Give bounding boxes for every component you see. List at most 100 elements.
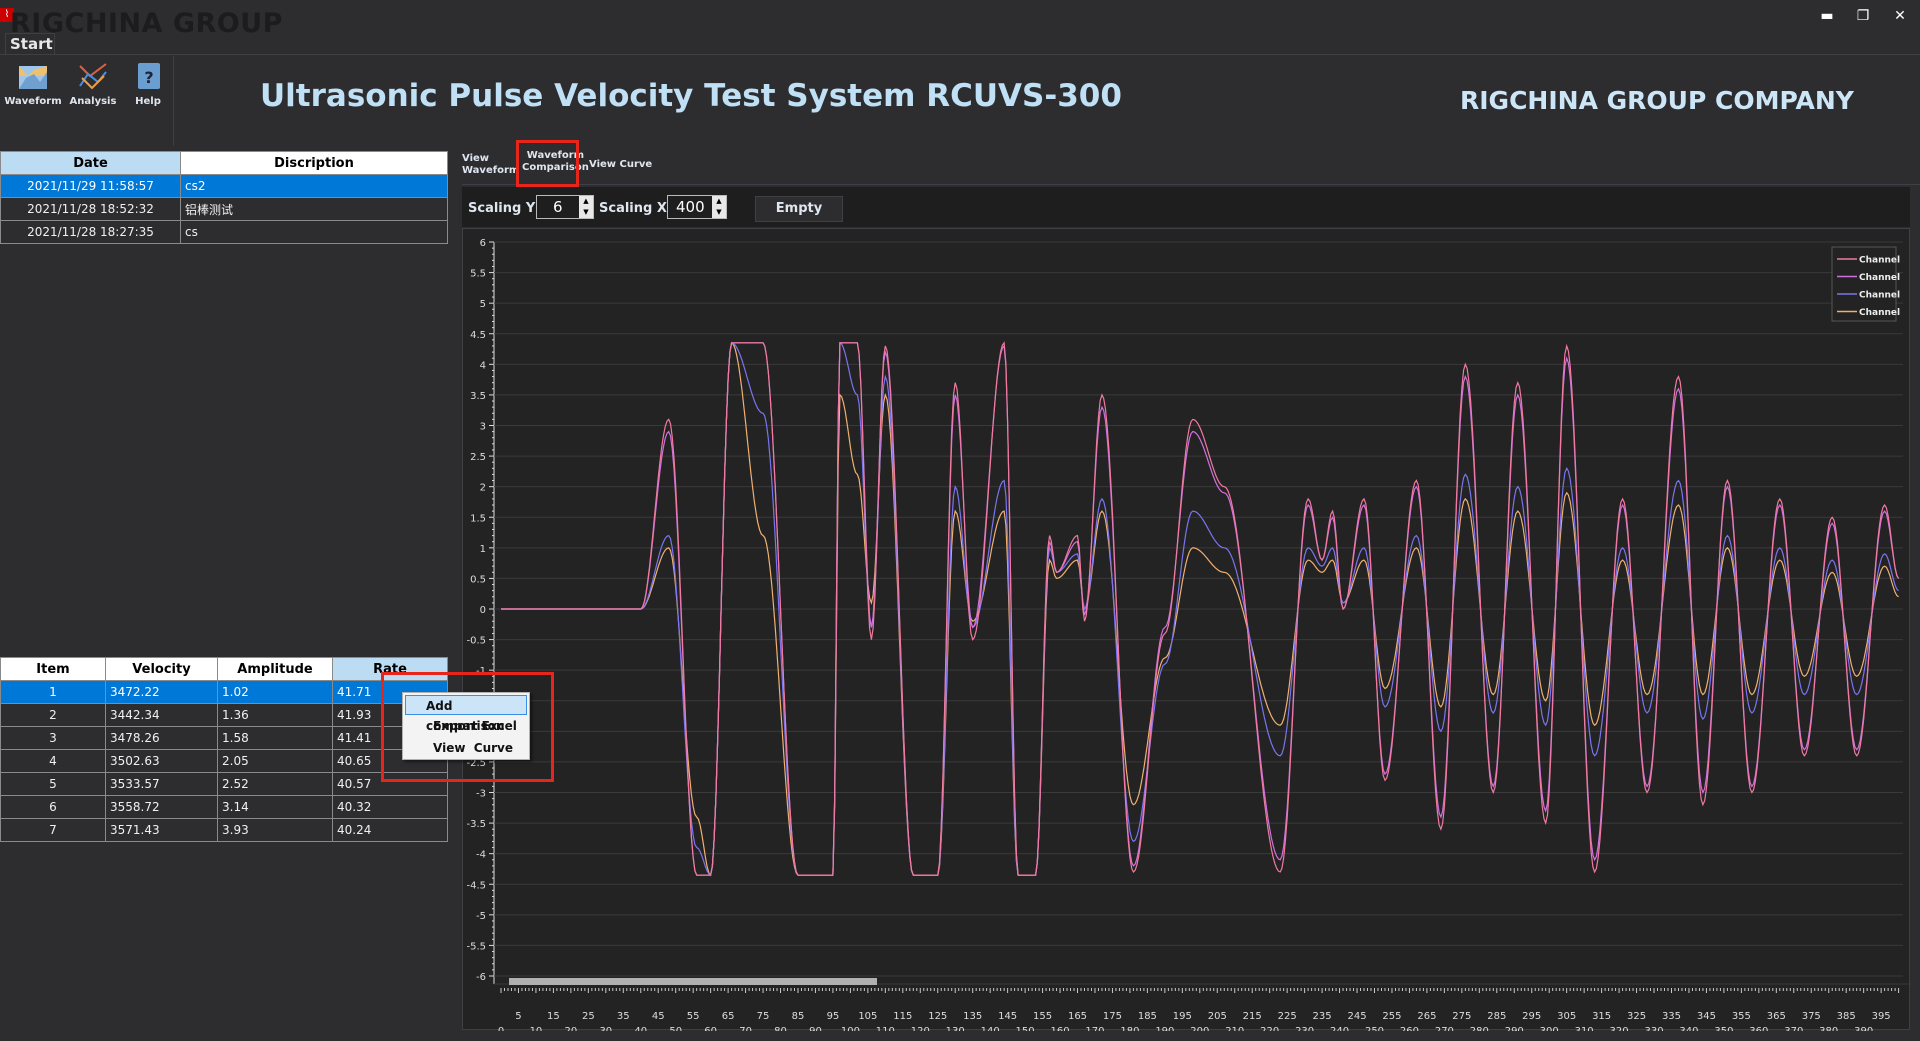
x-tick-label: 385	[1837, 1011, 1856, 1022]
app-title: Ultrasonic Pulse Velocity Test System RC…	[260, 78, 1122, 114]
tab-view-curve[interactable]: View Curve	[589, 159, 652, 171]
velocity-cell: 3442.34	[105, 703, 218, 727]
x-tick-label: 190	[1155, 1026, 1174, 1031]
x-tick-label: 75	[757, 1011, 770, 1022]
rate-cell: 40.24	[332, 818, 448, 842]
y-tick-label: 4.5	[470, 330, 486, 341]
x-tick-label: 390	[1854, 1026, 1873, 1031]
x-tick-label: 245	[1347, 1011, 1366, 1022]
x-tick-label: 200	[1190, 1026, 1209, 1031]
table-row[interactable]: 2021/11/29 11:58:57 cs2	[0, 174, 448, 198]
x-tick-label: 290	[1505, 1026, 1524, 1031]
item-cell: 2	[0, 703, 106, 727]
x-tick-label: 95	[827, 1011, 840, 1022]
x-tick-label: 280	[1470, 1026, 1489, 1031]
y-tick-label: -6	[476, 972, 486, 983]
x-tick-label: 205	[1208, 1011, 1227, 1022]
x-tick-label: 195	[1173, 1011, 1192, 1022]
x-tick-label: 300	[1540, 1026, 1559, 1031]
table-row[interactable]: 6 3558.72 3.14 40.32	[0, 795, 448, 819]
y-tick-label: 2	[480, 483, 486, 494]
scaling-x-stepper[interactable]: 400 ▲ ▼	[667, 195, 727, 219]
item-cell: 4	[0, 749, 106, 773]
column-description[interactable]: Discription	[180, 151, 448, 175]
date-cell: 2021/11/28 18:27:35	[0, 220, 181, 244]
minimize-icon[interactable]: ▬	[1812, 6, 1842, 26]
item-cell: 3	[0, 726, 106, 750]
item-cell: 7	[0, 818, 106, 842]
records-table: Date Discription 2021/11/29 11:58:57 cs2 2…	[0, 151, 448, 244]
help-icon: ?	[138, 63, 160, 89]
x-tick-label: 115	[893, 1011, 912, 1022]
x-tick-label: 355	[1732, 1011, 1751, 1022]
x-tick-label: 315	[1592, 1011, 1611, 1022]
scaling-y-stepper[interactable]: 6 ▲ ▼	[536, 195, 594, 219]
column-date[interactable]: Date	[0, 151, 181, 175]
velocity-cell: 3502.63	[105, 749, 218, 773]
highlight-box	[516, 140, 579, 187]
restore-icon[interactable]: ❐	[1848, 6, 1878, 26]
table-row[interactable]: 2021/11/28 18:52:32 铝棒测试	[0, 197, 448, 221]
legend-label: Channel	[1859, 256, 1900, 266]
amplitude-cell: 3.14	[217, 795, 333, 819]
stepper-arrows-icon[interactable]: ▲ ▼	[579, 196, 593, 218]
x-tick-label: 125	[928, 1011, 947, 1022]
x-tick-label: 45	[652, 1011, 665, 1022]
y-tick-label: 0.5	[470, 574, 486, 585]
column-velocity[interactable]: Velocity	[105, 657, 218, 681]
waveform-button[interactable]: Waveform	[3, 62, 63, 122]
table-row[interactable]: 2021/11/28 18:27:35 cs	[0, 220, 448, 244]
x-tick-label: 150	[1016, 1026, 1035, 1031]
empty-button[interactable]: Empty	[755, 196, 843, 222]
ribbon-tab-start[interactable]: Start	[5, 33, 55, 55]
x-tick-label: 60	[704, 1026, 717, 1031]
x-tick-label: 165	[1068, 1011, 1087, 1022]
table-row[interactable]: 7 3571.43 3.93 40.24	[0, 818, 448, 842]
y-tick-label: -5.5	[466, 941, 486, 952]
x-tick-label: 65	[722, 1011, 735, 1022]
chart-svg: -6-5.5-5-4.5-4-3.5-3-2.5-2-1.5-1-0.500.5…	[466, 238, 1913, 1037]
column-amplitude[interactable]: Amplitude	[217, 657, 333, 681]
stepper-arrows-icon[interactable]: ▲ ▼	[712, 196, 726, 218]
item-cell: 1	[0, 680, 106, 704]
date-cell: 2021/11/28 18:52:32	[0, 197, 181, 221]
x-tick-label: 155	[1033, 1011, 1052, 1022]
scaling-x-label: Scaling X	[599, 201, 667, 216]
help-button[interactable]: ? Help	[118, 62, 178, 122]
x-tick-label: 340	[1679, 1026, 1698, 1031]
x-tick-label: 335	[1662, 1011, 1681, 1022]
x-tick-label: 185	[1138, 1011, 1157, 1022]
highlight-box	[381, 672, 554, 782]
x-tick-label: 20	[565, 1026, 578, 1031]
x-tick-label: 255	[1382, 1011, 1401, 1022]
x-tick-label: 270	[1435, 1026, 1454, 1031]
x-tick-label: 175	[1103, 1011, 1122, 1022]
y-tick-label: -4	[476, 850, 486, 861]
x-tick-label: 260	[1400, 1026, 1419, 1031]
column-item[interactable]: Item	[0, 657, 106, 681]
horizontal-scrollbar[interactable]	[509, 978, 877, 985]
y-tick-label: 1.5	[470, 513, 486, 524]
x-tick-label: 395	[1872, 1011, 1891, 1022]
x-tick-label: 80	[774, 1026, 787, 1031]
velocity-cell: 3478.26	[105, 726, 218, 750]
x-tick-label: 375	[1802, 1011, 1821, 1022]
x-tick-label: 295	[1522, 1011, 1541, 1022]
x-tick-label: 90	[809, 1026, 822, 1031]
item-cell: 5	[0, 772, 106, 796]
amplitude-cell: 1.36	[217, 703, 333, 727]
y-tick-label: 3.5	[470, 391, 486, 402]
ribbon-separator	[173, 56, 174, 146]
help-label: Help	[135, 96, 161, 107]
analysis-button[interactable]: Analysis	[63, 62, 123, 122]
velocity-cell: 3533.57	[105, 772, 218, 796]
x-tick-label: 145	[998, 1011, 1017, 1022]
description-cell: cs	[180, 220, 448, 244]
x-tick-label: 25	[582, 1011, 595, 1022]
close-icon[interactable]: ✕	[1885, 6, 1915, 26]
tab-view-waveform[interactable]: View Waveform	[462, 153, 519, 177]
x-tick-label: 240	[1330, 1026, 1349, 1031]
x-tick-label: 285	[1487, 1011, 1506, 1022]
y-tick-label: 4	[480, 360, 486, 371]
y-tick-label: 5	[480, 299, 486, 310]
